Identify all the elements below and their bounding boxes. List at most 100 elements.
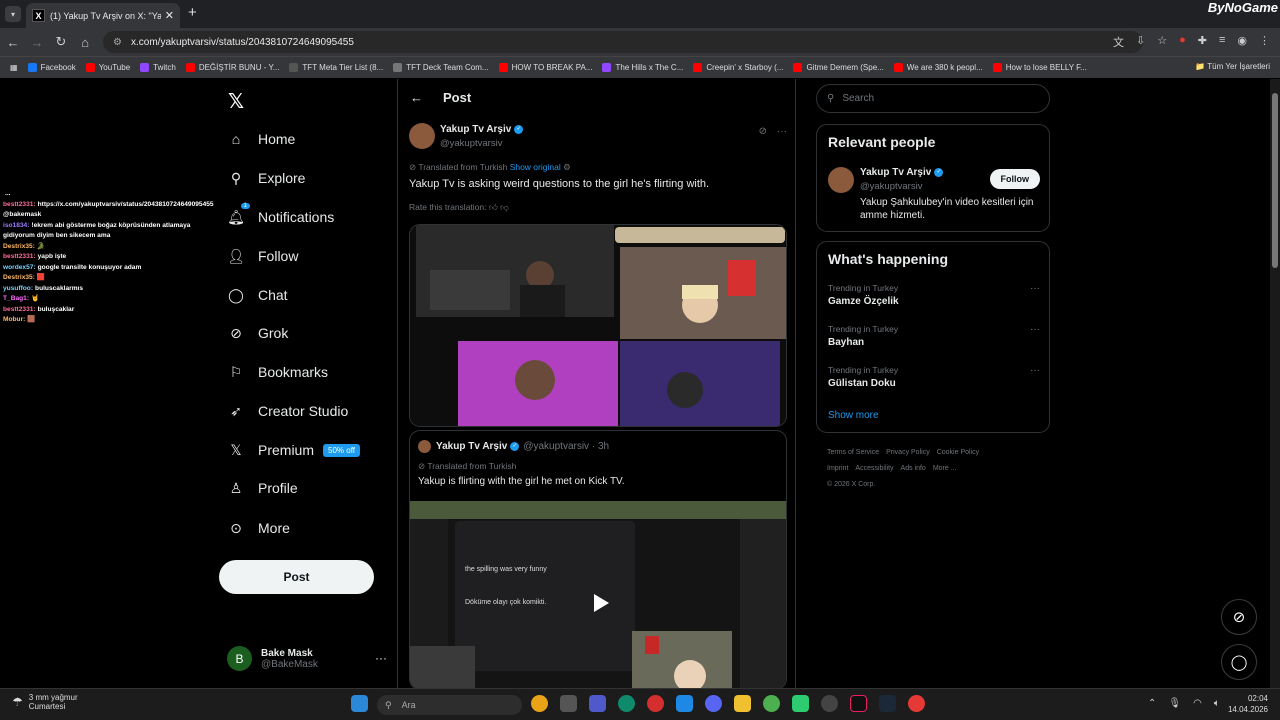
- post-button[interactable]: Post: [219, 560, 374, 594]
- footer-link[interactable]: Cookie Policy: [937, 449, 979, 456]
- footer-link[interactable]: Terms of Service: [827, 449, 879, 456]
- footer-link[interactable]: Privacy Policy: [886, 449, 930, 456]
- show-original-link[interactable]: Show original: [510, 162, 561, 172]
- bookmark-item[interactable]: Twitch: [140, 63, 176, 72]
- quote-video[interactable]: the spilling was very funny Döküme olayı…: [410, 501, 786, 689]
- install-icon[interactable]: ⇩: [1136, 34, 1145, 50]
- trend-item[interactable]: Trending in Turkey Gülistan Doku ···: [828, 365, 1040, 389]
- more-dots-icon[interactable]: ···: [777, 126, 787, 137]
- bookmark-item[interactable]: The Hills x The C...: [602, 63, 683, 72]
- tweet-video[interactable]: [409, 224, 787, 427]
- trend-item[interactable]: Trending in Turkey Bayhan ···: [828, 324, 1040, 348]
- site-info-icon[interactable]: ⚙: [113, 37, 125, 48]
- gear-icon[interactable]: ⚙: [563, 162, 571, 172]
- tiktok-icon[interactable]: [850, 695, 867, 712]
- reload-button[interactable]: ↻: [50, 34, 72, 50]
- star-icon[interactable]: ☆: [1157, 34, 1167, 50]
- steam-icon[interactable]: [879, 695, 896, 712]
- weather-widget[interactable]: ☂ 3 mm yağmur Cumartesi: [12, 693, 78, 711]
- back-arrow-icon[interactable]: ←: [410, 90, 423, 105]
- nav-profile[interactable]: ♙ Profile: [227, 479, 298, 497]
- speaker-icon[interactable]: 🔈︎: [1214, 698, 1220, 709]
- close-tab-icon[interactable]: ✕: [165, 9, 174, 22]
- new-tab-button[interactable]: +: [188, 4, 197, 21]
- scrollbar-thumb[interactable]: [1272, 93, 1278, 268]
- bookmark-item[interactable]: Creepin' x Starboy (...: [693, 63, 783, 72]
- more-dots-icon[interactable]: ···: [1030, 283, 1040, 294]
- more-dots-icon[interactable]: ···: [1030, 324, 1040, 335]
- footer-link[interactable]: Accessibility: [855, 465, 893, 472]
- footer-link[interactable]: Imprint: [827, 465, 848, 472]
- active-tab[interactable]: X (1) Yakup Tv Arşiv on X: "Ya... ✕: [26, 3, 180, 28]
- thumbs-up-icon[interactable]: 👍︎: [489, 202, 498, 212]
- app-icon[interactable]: [792, 695, 809, 712]
- taskbar-search[interactable]: ⚲ Ara: [377, 695, 522, 715]
- back-button[interactable]: ←: [2, 35, 24, 50]
- footer-link[interactable]: © 2026 X Corp.: [827, 481, 875, 488]
- person-avatar[interactable]: [828, 167, 854, 193]
- edge-icon[interactable]: [618, 695, 635, 712]
- person-name[interactable]: Yakup Tv Arşiv ✓: [860, 167, 944, 178]
- show-more-link[interactable]: Show more: [828, 410, 879, 421]
- microphone-icon[interactable]: 🎙︎: [1168, 698, 1181, 709]
- nav-home[interactable]: ⌂ Home: [227, 130, 296, 148]
- wifi-icon[interactable]: ◠: [1193, 698, 1202, 709]
- home-button[interactable]: ⌂: [74, 35, 96, 50]
- account-switcher[interactable]: B Bake Mask @BakeMask ···: [227, 646, 387, 671]
- opera-extension-icon[interactable]: ●: [1179, 34, 1186, 50]
- nav-creator-studio[interactable]: ➶ Creator Studio: [227, 402, 348, 420]
- grok-floating-button[interactable]: ⊘: [1221, 599, 1257, 635]
- nav-follow[interactable]: 👤︎ Follow: [227, 247, 298, 265]
- bookmark-item[interactable]: TFT Meta Tier List (8...: [289, 63, 383, 72]
- scrollbar[interactable]: [1270, 79, 1280, 688]
- forward-button[interactable]: →: [26, 35, 48, 50]
- search-input[interactable]: ⚲ Search: [816, 84, 1050, 113]
- store-icon[interactable]: [560, 695, 577, 712]
- chrome-icon[interactable]: [531, 695, 548, 712]
- address-bar[interactable]: ⚙ x.com/yakuptvarsiv/status/204381072464…: [103, 31, 1143, 53]
- profile-icon[interactable]: ◉: [1237, 34, 1247, 50]
- grok-icon[interactable]: ⊘: [759, 126, 767, 137]
- opera-icon[interactable]: [647, 695, 664, 712]
- bookmark-item[interactable]: Gitme Demem (Spe...: [793, 63, 884, 72]
- nav-notifications[interactable]: 🔔︎ 1 Notifications: [227, 203, 334, 226]
- bookmark-item[interactable]: Facebook: [27, 63, 76, 72]
- tweet-author-handle[interactable]: @yakuptvarsiv: [440, 138, 502, 149]
- bookmark-item[interactable]: YouTube: [85, 63, 130, 72]
- mail-icon[interactable]: [676, 695, 693, 712]
- bookmark-item[interactable]: HOW TO BREAK PA...: [498, 63, 592, 72]
- tweet-author-name[interactable]: Yakup Tv Arşiv ✓: [440, 124, 524, 135]
- nav-premium[interactable]: 𝕏 Premium 50% off: [227, 441, 360, 459]
- clock[interactable]: 02:04 14.04.2026: [1228, 693, 1268, 715]
- footer-link[interactable]: More ...: [933, 465, 957, 472]
- thumbs-down-icon[interactable]: 👎︎: [500, 202, 509, 212]
- footer-link[interactable]: Ads info: [901, 465, 926, 472]
- x-logo-icon[interactable]: 𝕏: [228, 89, 244, 114]
- bookmark-item[interactable]: DEĞİŞTİR BUNU - Y...: [185, 63, 279, 72]
- chrome-active-icon[interactable]: [763, 695, 780, 712]
- quoted-tweet[interactable]: Yakup Tv Arşiv ✓ @yakuptvarsiv · 3h ⊘ Tr…: [409, 430, 787, 690]
- youtube-icon[interactable]: [908, 695, 925, 712]
- all-bookmarks[interactable]: 📁 Tüm Yer İşaretleri: [1195, 62, 1270, 71]
- apps-icon[interactable]: ▦: [10, 63, 18, 72]
- nav-explore[interactable]: ⚲ Explore: [227, 169, 306, 187]
- follow-button[interactable]: Follow: [989, 169, 1040, 189]
- menu-icon[interactable]: ⋮: [1259, 34, 1270, 50]
- nav-grok[interactable]: ⊘ Grok: [227, 324, 288, 342]
- bookmark-item[interactable]: TFT Deck Team Com...: [393, 63, 489, 72]
- translate-icon[interactable]: 文: [1113, 34, 1124, 50]
- folder-icon[interactable]: [734, 695, 751, 712]
- nav-chat[interactable]: ◯ Chat: [227, 286, 287, 304]
- start-icon[interactable]: [351, 695, 368, 712]
- discord-icon[interactable]: [705, 695, 722, 712]
- bookmark-item[interactable]: How to lose BELLY F...: [992, 63, 1087, 72]
- nav-more[interactable]: ⊙ More: [227, 519, 290, 537]
- tweet-avatar[interactable]: [409, 123, 435, 149]
- trend-item[interactable]: Trending in Turkey Gamze Özçelik ···: [828, 283, 1040, 307]
- chevron-up-icon[interactable]: ⌃: [1148, 698, 1156, 709]
- teams-icon[interactable]: [589, 695, 606, 712]
- bookmark-item[interactable]: We are 380 k peopl...: [893, 63, 983, 72]
- tab-search-button[interactable]: ▾: [5, 6, 21, 22]
- nav-bookmarks[interactable]: ⚐ Bookmarks: [227, 363, 328, 381]
- more-dots-icon[interactable]: ···: [375, 651, 387, 665]
